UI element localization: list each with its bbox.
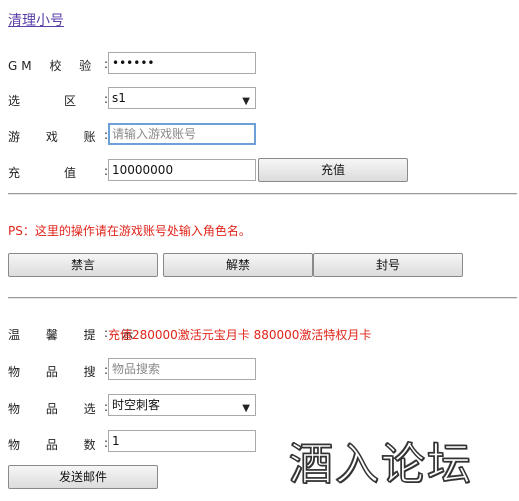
item-select[interactable]: 时空刺客 ▼ (108, 394, 256, 416)
send-mail-button[interactable]: 发送邮件 (8, 465, 158, 489)
account-placeholder: 请输入游戏账号 (112, 127, 197, 141)
account-input[interactable]: 请输入游戏账号 (108, 123, 256, 145)
mute-button[interactable]: 禁言 (8, 253, 158, 277)
divider-2 (8, 297, 517, 299)
dropdown-arrow-icon: ▼ (242, 96, 250, 107)
item-qty-input[interactable]: 1 (108, 430, 256, 452)
item-search-placeholder: 物品搜索 (112, 362, 161, 376)
forum-watermark: 酒入论坛 (288, 438, 473, 491)
gm-code-input[interactable]: •••••• (108, 52, 256, 74)
item-search-input[interactable]: 物品搜索 (108, 358, 256, 380)
dropdown-arrow-icon: ▼ (242, 403, 250, 414)
unmute-button[interactable]: 解禁 (163, 253, 313, 277)
ban-button[interactable]: 封号 (313, 253, 463, 277)
recharge-button[interactable]: 充值 (258, 158, 408, 182)
ps-note: PS：这里的操作请在游戏账号处输入角色名。 (8, 224, 251, 238)
zone-label: 选区 (8, 94, 77, 108)
divider-1 (8, 193, 517, 195)
zone-select-value: s1 (112, 91, 126, 105)
clean-accounts-link[interactable]: 清理小号 (8, 10, 64, 30)
item-select-value: 时空刺客 (112, 398, 161, 412)
zone-select[interactable]: s1 ▼ (108, 87, 256, 109)
tip-text: 充值280000激活元宝月卡 880000激活特权月卡 (108, 328, 372, 342)
recharge-amount-input[interactable]: 10000000 (108, 159, 256, 181)
recharge-label: 充值 (8, 166, 77, 180)
